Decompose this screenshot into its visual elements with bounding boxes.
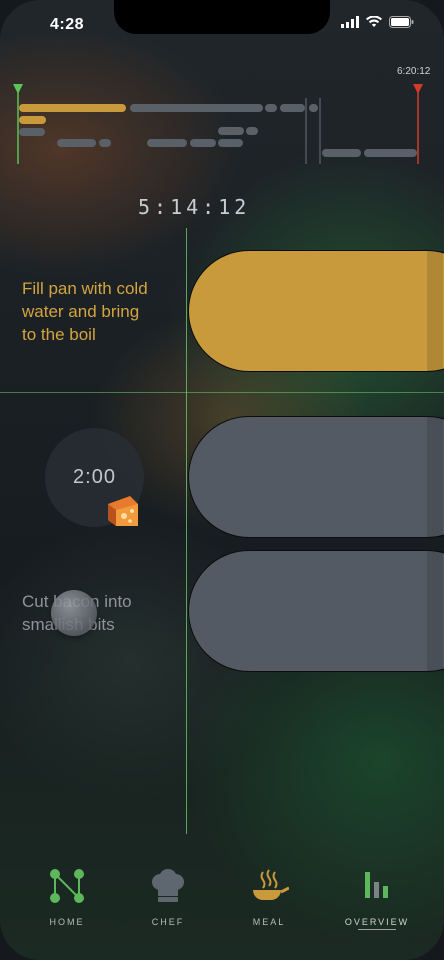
timeline-task-bar	[147, 139, 187, 147]
task-1-line: to the boil	[22, 325, 96, 344]
task-1-line: Fill pan with cold	[22, 279, 148, 298]
timeline-playhead	[186, 228, 187, 834]
wifi-icon	[366, 16, 382, 27]
timeline-task-bar	[265, 104, 277, 112]
timer-label: 2:00	[73, 466, 116, 488]
timeline-task-bar	[218, 139, 243, 147]
signal-icon	[341, 16, 359, 28]
task-divider	[0, 392, 444, 393]
timeline-task-bar	[218, 127, 244, 135]
device-notch	[114, 0, 330, 34]
timeline-task-bar	[19, 116, 46, 124]
status-icons	[341, 16, 414, 28]
tab-meal-label: MEAL	[252, 917, 286, 927]
current-time-clock: 5:14:12	[138, 195, 251, 219]
timeline-task-bar	[19, 104, 126, 112]
timeline-task-bar	[130, 104, 263, 112]
active-tab-indicator	[358, 929, 396, 930]
timeline-task-bar	[322, 149, 361, 157]
task-2-pill[interactable]	[188, 416, 444, 538]
timeline-task-bar	[280, 104, 305, 112]
timeline-task-bar	[57, 139, 96, 147]
drag-handle[interactable]	[51, 590, 97, 636]
status-time: 4:28	[50, 16, 85, 33]
tab-chef[interactable]: CHEF	[123, 860, 213, 927]
tab-chef-label: CHEF	[151, 917, 185, 927]
chef-hat-icon	[152, 869, 184, 902]
timeline-task-bar	[19, 128, 45, 136]
pill-edge	[427, 251, 443, 371]
pill-edge	[427, 551, 443, 671]
bars-icon	[365, 872, 388, 898]
app-screen: 6:20:12 5:14:12 4:28 Fill pan with cold …	[0, 0, 444, 960]
tab-meal[interactable]: MEAL	[224, 860, 314, 927]
task-1-line: water and bring	[22, 302, 140, 321]
nodes-icon	[50, 869, 84, 903]
tab-overview-label: OVERVIEW	[344, 917, 410, 927]
task-1-progress-pill[interactable]	[188, 250, 444, 372]
cheese-icon	[108, 496, 138, 526]
timeline-task-bar	[364, 149, 417, 157]
timeline-start-marker	[13, 84, 23, 94]
timeline-task-bar	[246, 127, 258, 135]
pan-icon	[253, 869, 290, 900]
timeline-task-bar	[309, 104, 318, 112]
task-1-text[interactable]: Fill pan with cold water and bring to th…	[22, 277, 148, 346]
timeline-task-bar	[190, 139, 216, 147]
tab-bar: HOME CHEF MEAL OVERVIEW	[0, 860, 444, 940]
timeline-end-marker	[413, 84, 423, 94]
pill-edge	[427, 417, 443, 537]
tab-home-label: HOME	[49, 917, 85, 927]
battery-icon	[389, 16, 414, 28]
task-3-pill[interactable]	[188, 550, 444, 672]
timeline-end-time: 6:20:12	[397, 66, 431, 77]
tab-home[interactable]: HOME	[22, 860, 112, 927]
tab-overview[interactable]: OVERVIEW	[332, 860, 422, 930]
timeline-task-bar	[99, 139, 111, 147]
